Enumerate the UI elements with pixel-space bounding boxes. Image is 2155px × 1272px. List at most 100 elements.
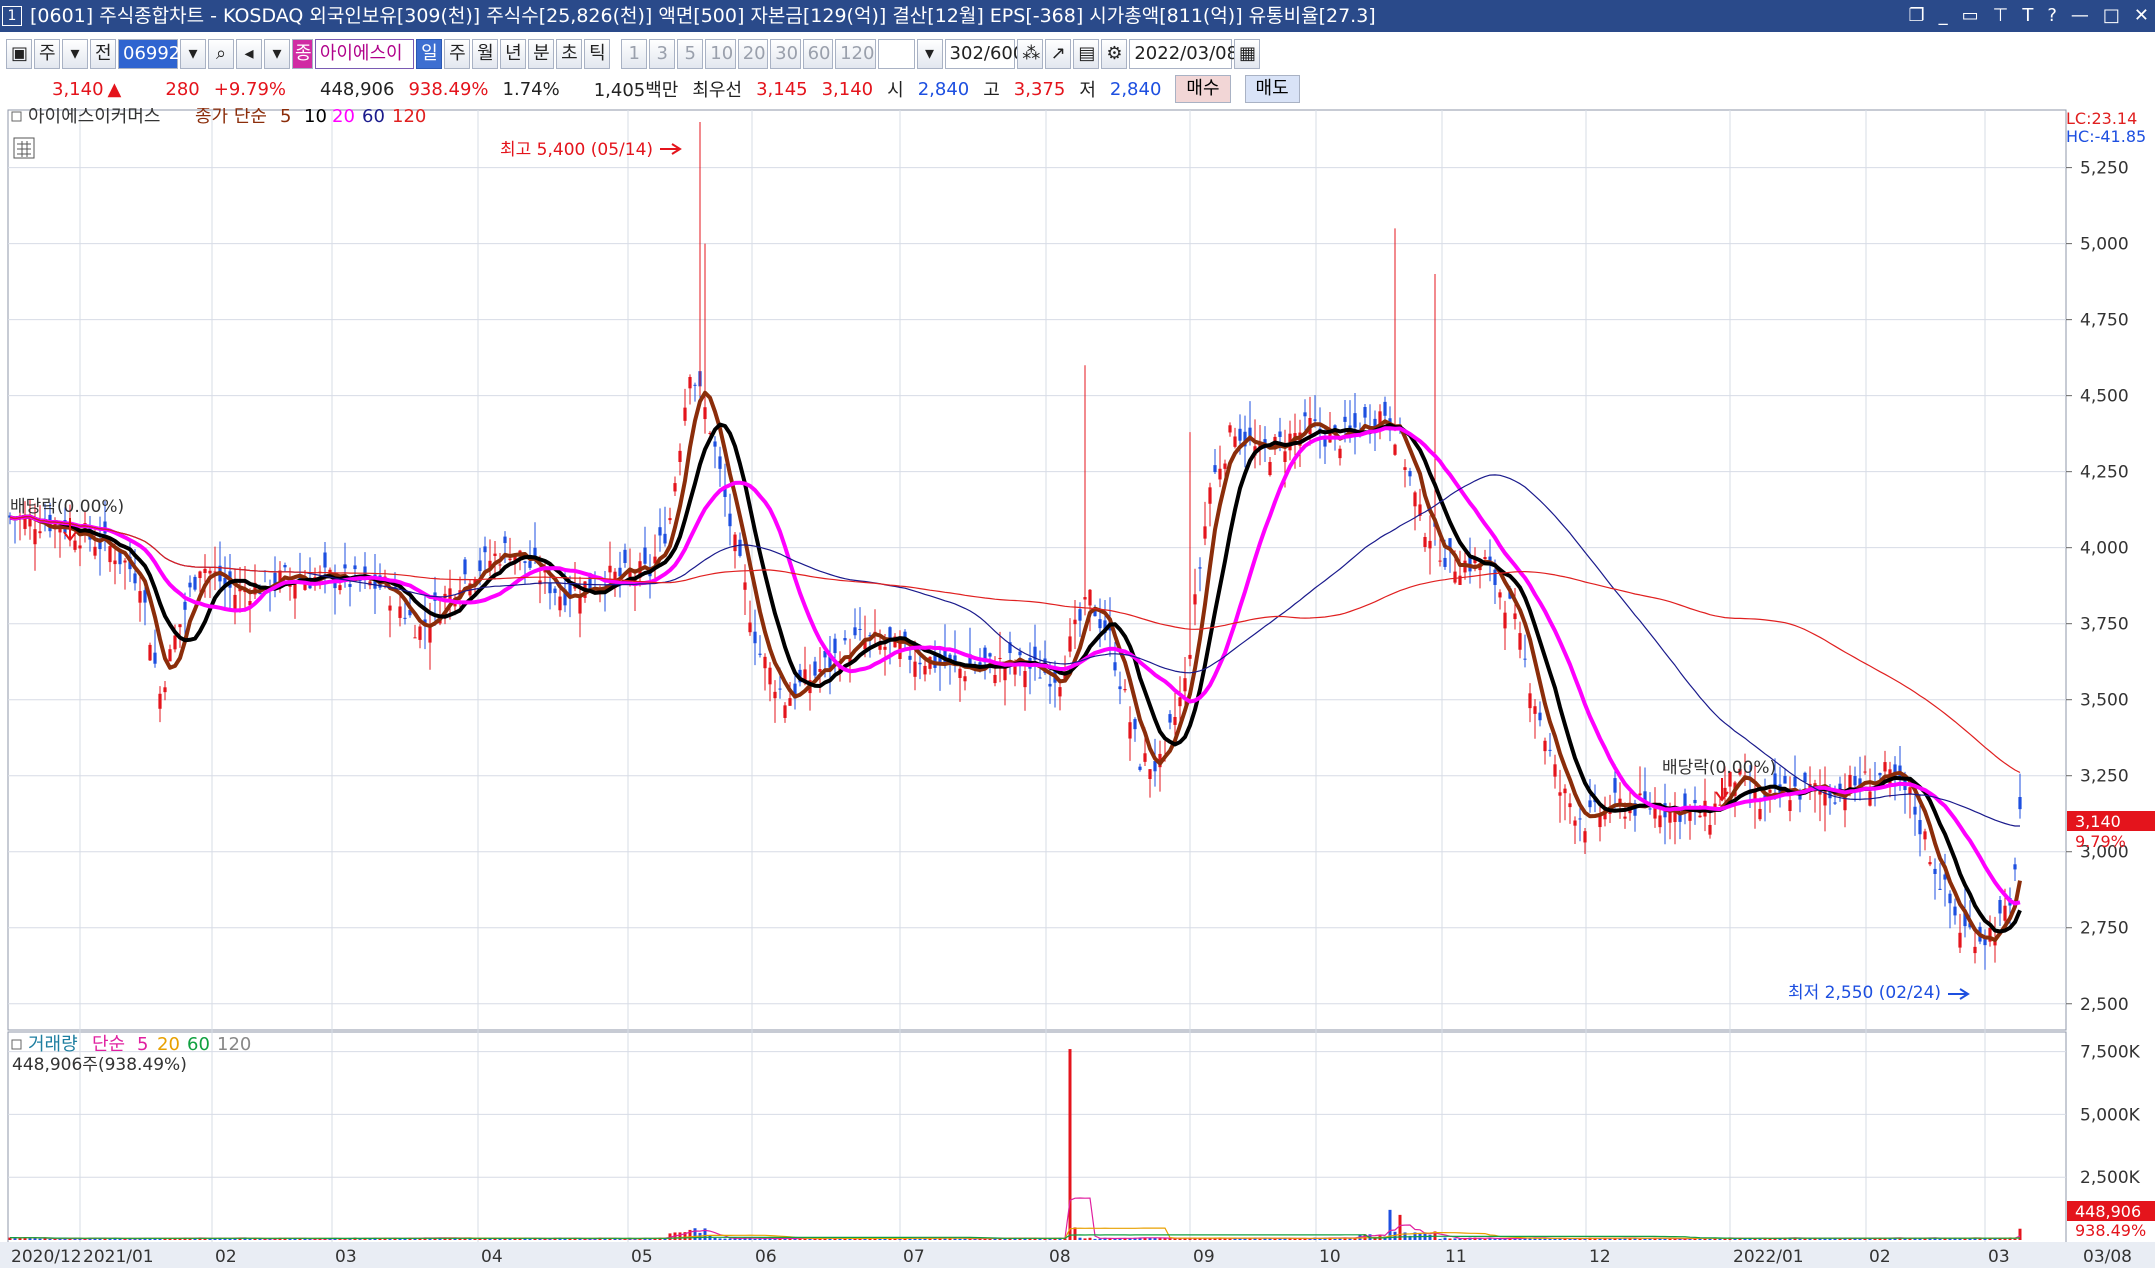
price-tick-label: 2,500 xyxy=(2080,995,2129,1015)
close-icon[interactable]: ✕ xyxy=(2134,0,2149,32)
stock-name-field[interactable]: 아이에스이 xyxy=(314,39,415,69)
candle-body xyxy=(428,625,432,643)
stock-type-badge: 종 xyxy=(292,39,313,69)
gear-icon[interactable]: ⚙ xyxy=(1101,39,1128,69)
save-icon[interactable]: ▤ xyxy=(1073,39,1100,69)
volume-panel[interactable] xyxy=(7,1031,2067,1253)
period-week-tab[interactable]: 주 xyxy=(444,39,471,69)
lc-label: LC:23.14 xyxy=(2066,109,2137,128)
candle-body xyxy=(1708,824,1712,835)
speaker-icon[interactable]: ◂ xyxy=(236,39,263,69)
price-panel[interactable] xyxy=(7,109,2067,1031)
interval-10[interactable]: 10 xyxy=(705,39,736,69)
candle-body xyxy=(1528,693,1532,709)
candle-body xyxy=(1208,487,1212,504)
volume-bar xyxy=(613,1238,617,1240)
candle-body xyxy=(2003,905,2007,921)
period-year-tab[interactable]: 년 xyxy=(500,39,527,69)
candle-body xyxy=(1878,773,1882,776)
market-dropdown-icon[interactable]: ▾ xyxy=(62,39,88,69)
interval-30[interactable]: 30 xyxy=(770,39,801,69)
period-tick-tab[interactable]: 틱 xyxy=(584,39,611,69)
data-count-field[interactable]: 302/600 xyxy=(944,39,1024,69)
help-icon[interactable]: ? xyxy=(2047,0,2057,32)
dividend-label-2: 배당락(0.00%) xyxy=(1662,758,1776,778)
interval-120[interactable]: 120 xyxy=(835,39,876,69)
date-input[interactable]: 2022/03/08 xyxy=(1129,39,1238,69)
candle-body xyxy=(1793,776,1797,787)
up-arrow-icon: ▲ xyxy=(107,78,122,100)
candle-body xyxy=(163,687,167,693)
custom-interval-dropdown-icon[interactable]: ▾ xyxy=(916,39,943,69)
candle-body xyxy=(1523,658,1527,660)
trendline-icon[interactable]: ↗ xyxy=(1045,39,1072,69)
candle-body xyxy=(923,665,927,675)
restore-icon[interactable]: ❐ xyxy=(1908,0,1924,32)
volume-bar xyxy=(1448,1238,1452,1240)
volume-bar xyxy=(1398,1214,1402,1240)
candle-body xyxy=(1928,862,1932,865)
interval-1[interactable]: 1 xyxy=(621,39,648,69)
candle-body xyxy=(1908,787,1912,795)
market-select[interactable]: 주 xyxy=(34,39,60,69)
volume-bar xyxy=(1428,1234,1432,1240)
candle-body xyxy=(1183,678,1187,692)
sell-button[interactable]: 매도 xyxy=(1244,75,1300,103)
custom-interval-input[interactable] xyxy=(877,39,915,69)
tile-icon[interactable]: ▭ xyxy=(1962,0,1979,32)
volume-bar xyxy=(498,1238,502,1240)
mode-button[interactable]: 전 xyxy=(90,39,116,69)
chart-area[interactable]: 5,250 5,000 4,750 4,500 4,250 4,000 3,750 3,500… xyxy=(0,106,2155,1268)
candle-body xyxy=(1128,722,1132,739)
volume-bar xyxy=(1463,1238,1467,1240)
volume-bar xyxy=(1993,1238,1997,1240)
candle-body xyxy=(183,601,187,610)
volume-bar xyxy=(708,1235,712,1240)
maximize-icon[interactable]: □ xyxy=(2103,0,2120,32)
interval-5[interactable]: 5 xyxy=(677,39,704,69)
code-dropdown-icon[interactable]: ▾ xyxy=(180,39,207,69)
table-view-icon[interactable] xyxy=(13,137,35,159)
volume-bar xyxy=(1548,1238,1552,1240)
buy-button[interactable]: 매수 xyxy=(1175,75,1231,103)
candle-body xyxy=(1153,761,1157,772)
volume-ma-prefix: 단순 xyxy=(92,1034,125,1055)
volume-bar xyxy=(1438,1238,1442,1240)
candle-body xyxy=(1073,619,1077,625)
volume-bar xyxy=(1673,1238,1677,1240)
pin-icon[interactable]: ⊤ xyxy=(1993,0,2009,32)
calendar-icon[interactable]: ▦ xyxy=(1234,39,1260,69)
history-dropdown-icon[interactable]: ▾ xyxy=(264,39,291,69)
minimize-icon[interactable]: — xyxy=(2071,0,2089,32)
period-month-tab[interactable]: 월 xyxy=(472,39,499,69)
candle-body xyxy=(1038,677,1042,679)
candle-body xyxy=(493,553,497,556)
interval-20[interactable]: 20 xyxy=(737,39,769,69)
volume-bar xyxy=(1798,1238,1802,1240)
candle-body xyxy=(1023,671,1027,688)
date-tick-label: 07 xyxy=(903,1247,925,1267)
period-minute-tab[interactable]: 분 xyxy=(528,39,555,69)
candle-body xyxy=(2013,864,2017,870)
interval-60[interactable]: 60 xyxy=(802,39,834,69)
stock-code-input[interactable]: 069920 xyxy=(118,39,192,69)
minimize-small-icon[interactable]: _ xyxy=(1939,0,1948,32)
period-day-tab[interactable]: 일 xyxy=(416,39,443,69)
search-icon[interactable]: ⌕ xyxy=(208,39,235,69)
period-second-tab[interactable]: 초 xyxy=(556,39,583,69)
price-change: 280 xyxy=(165,78,200,100)
font-icon[interactable]: T xyxy=(2022,0,2033,32)
layout-icon[interactable]: ▣ xyxy=(6,39,32,69)
candle-body xyxy=(153,652,157,664)
volume-bar xyxy=(753,1238,757,1240)
price-tick-label: 5,250 xyxy=(2080,159,2129,179)
candle-body xyxy=(548,583,552,594)
candle-body xyxy=(833,638,837,654)
candle-settings-icon[interactable]: ⁂ xyxy=(1017,39,1044,69)
vol-ma20-legend: 20 xyxy=(157,1034,180,1055)
stock-chart[interactable]: 5,250 5,000 4,750 4,500 4,250 4,000 3,750 3,500… xyxy=(0,106,2155,1268)
candle-body xyxy=(843,638,847,641)
candle-body xyxy=(788,698,792,706)
interval-3[interactable]: 3 xyxy=(649,39,676,69)
high-annotation: 최고 5,400 (05/14) xyxy=(500,140,653,160)
